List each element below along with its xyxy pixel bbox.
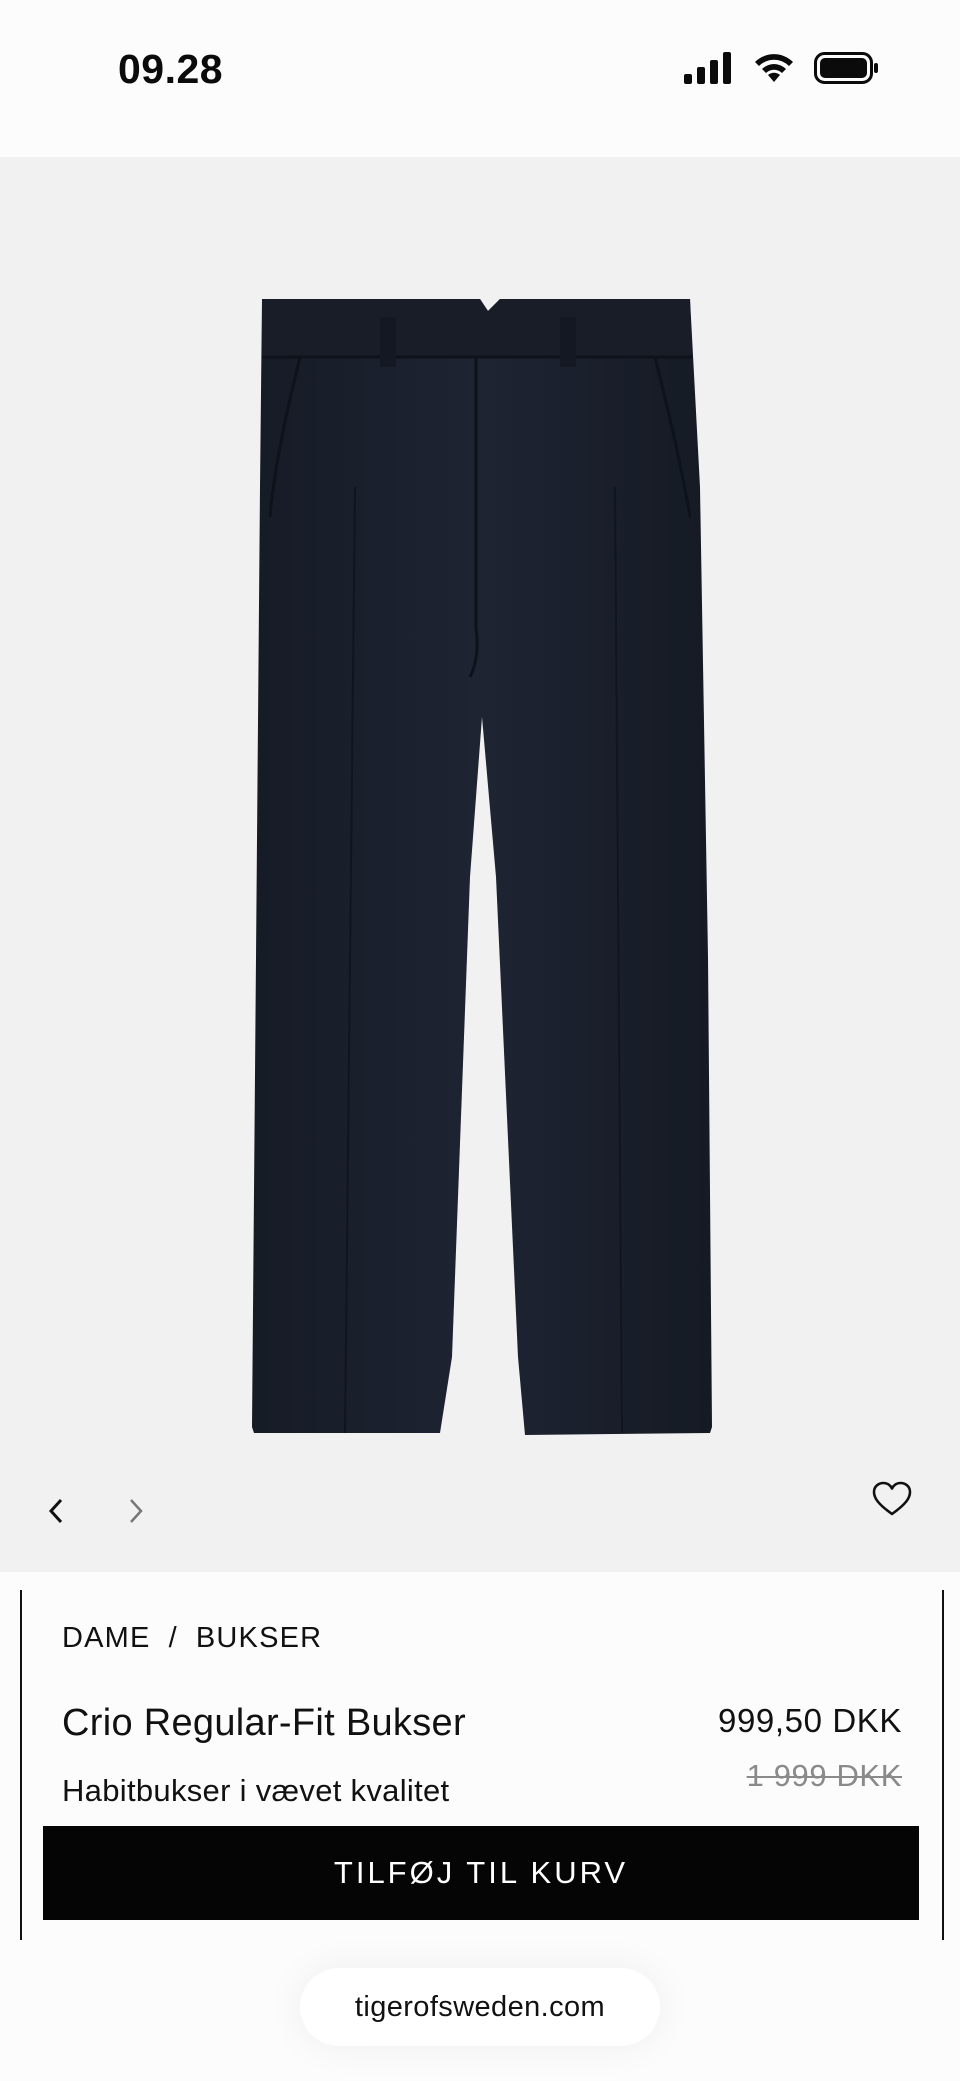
wifi-icon [755, 54, 793, 82]
cellular-signal-icon [684, 52, 731, 84]
status-bar: 09.28 [0, 0, 960, 157]
breadcrumb-item-dame[interactable]: DAME [62, 1622, 151, 1655]
browser-url-bar[interactable]: tigerofsweden.com [300, 1968, 660, 2046]
status-time: 09.28 [118, 46, 224, 92]
product-subtitle: Habitbukser i vævet kvalitet [62, 1773, 450, 1808]
heart-icon [872, 1481, 912, 1516]
previous-image-button[interactable] [36, 1481, 76, 1541]
sale-price: 999,50 DKK [718, 1702, 902, 1739]
product-info-panel: DAME / BUKSER Crio Regular-Fit Bukser Ha… [20, 1590, 944, 1940]
original-price: 1 999 DKK [746, 1758, 902, 1793]
next-image-button[interactable] [116, 1481, 156, 1541]
chevron-left-icon [48, 1498, 63, 1524]
breadcrumb-separator: / [168, 1622, 178, 1654]
wishlist-button[interactable] [866, 1469, 918, 1529]
add-to-cart-button[interactable]: TILFØJ TIL KURV [43, 1826, 919, 1920]
breadcrumb-item-bukser[interactable]: BUKSER [196, 1622, 322, 1655]
chevron-right-icon [130, 1499, 143, 1523]
product-gallery[interactable] [0, 157, 960, 1572]
breadcrumb: DAME / BUKSER [62, 1622, 322, 1655]
product-image [252, 299, 712, 1435]
battery-icon [814, 52, 878, 84]
product-title: Crio Regular-Fit Bukser [62, 1702, 466, 1744]
status-icons [684, 52, 880, 84]
